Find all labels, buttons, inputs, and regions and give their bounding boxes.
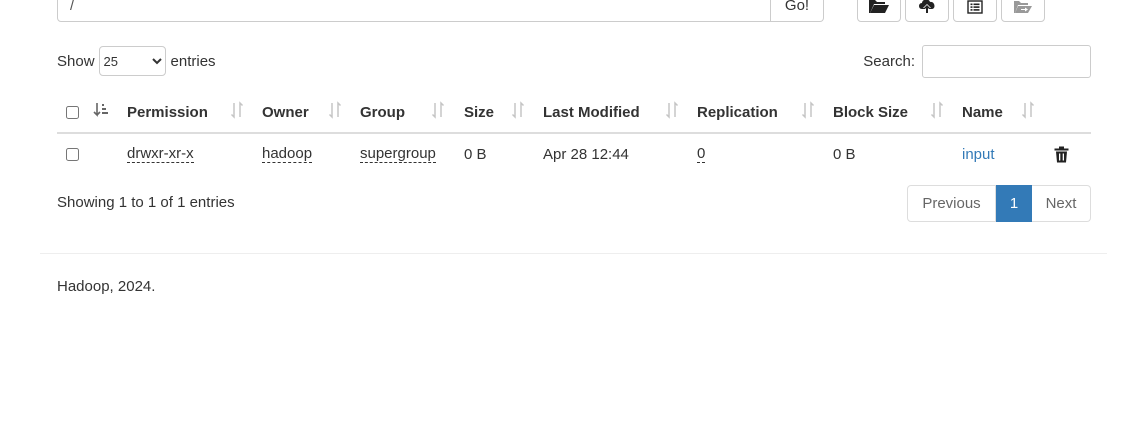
- upload-button[interactable]: [905, 0, 949, 22]
- search-label: Search:: [863, 53, 915, 70]
- pagination: Previous 1 Next: [907, 185, 1091, 222]
- cell-owner: hadoop: [262, 134, 313, 174]
- sort-icon: [328, 101, 342, 119]
- select-all-cell: [66, 92, 79, 132]
- cell-last-modified: Apr 28 12:44: [543, 145, 629, 163]
- column-last-modified[interactable]: Last Modified: [543, 92, 640, 132]
- cell-delete: [1054, 134, 1069, 174]
- page-1-button[interactable]: 1: [996, 185, 1032, 222]
- show-label: Show: [57, 52, 95, 70]
- sort-icon: [665, 101, 679, 119]
- column-replication[interactable]: Replication: [697, 92, 778, 132]
- row-checkbox[interactable]: [66, 147, 79, 161]
- go-button[interactable]: Go!: [771, 0, 824, 22]
- sort-ascending-icon[interactable]: [93, 102, 109, 119]
- cell-group: supergroup: [360, 134, 436, 174]
- move-button[interactable]: [1001, 0, 1045, 22]
- row-select-cell: [66, 134, 79, 174]
- cell-size: 0 B: [464, 145, 487, 163]
- create-directory-button[interactable]: [857, 0, 901, 22]
- path-input[interactable]: [57, 0, 771, 22]
- permission-value[interactable]: drwxr-xr-x: [127, 145, 194, 163]
- select-all-checkbox[interactable]: [66, 105, 79, 119]
- list-icon: [967, 0, 983, 14]
- sort-icon: [801, 101, 815, 119]
- file-name-link[interactable]: input: [962, 146, 995, 163]
- column-size[interactable]: Size: [464, 92, 494, 132]
- cell-replication: 0: [697, 134, 706, 174]
- entries-select[interactable]: 25: [98, 46, 166, 76]
- sort-icon: [511, 101, 525, 119]
- list-button[interactable]: [953, 0, 997, 22]
- folder-open-icon: [869, 0, 889, 13]
- table-row: drwxr-xr-x hadoop supergroup 0 B Apr 28 …: [57, 134, 1091, 174]
- table-header: Permission Owner Group Size Last Modifie…: [57, 92, 1091, 134]
- entries-label: entries: [170, 52, 216, 70]
- group-value[interactable]: supergroup: [360, 145, 436, 163]
- owner-value[interactable]: hadoop: [262, 145, 313, 163]
- cell-name: input: [962, 134, 995, 174]
- entries-length: Show 25 entries: [57, 46, 216, 76]
- column-owner[interactable]: Owner: [262, 92, 309, 132]
- next-button[interactable]: Next: [1032, 185, 1091, 222]
- trash-icon[interactable]: [1054, 146, 1069, 163]
- previous-button[interactable]: Previous: [907, 185, 996, 222]
- upload-icon: [919, 0, 935, 13]
- footer-text: Hadoop, 2024.: [57, 278, 156, 295]
- column-block-size[interactable]: Block Size: [833, 92, 908, 132]
- search-box: Search:: [863, 45, 1091, 78]
- column-group[interactable]: Group: [360, 92, 405, 132]
- cell-block-size: 0 B: [833, 145, 856, 163]
- sort-icon: [930, 101, 944, 119]
- sort-icon: [230, 101, 244, 119]
- replication-value[interactable]: 0: [697, 145, 706, 163]
- search-input[interactable]: [922, 45, 1091, 78]
- column-permission[interactable]: Permission: [127, 92, 208, 132]
- footer-divider: [40, 253, 1107, 254]
- sort-icon: [1021, 101, 1035, 119]
- table-info: Showing 1 to 1 of 1 entries: [57, 194, 235, 211]
- path-bar: Go!: [57, 0, 824, 22]
- cell-permission: drwxr-xr-x: [127, 134, 194, 174]
- column-name[interactable]: Name: [962, 92, 1003, 132]
- sort-icon: [431, 101, 445, 119]
- folder-move-icon: [1014, 1, 1032, 13]
